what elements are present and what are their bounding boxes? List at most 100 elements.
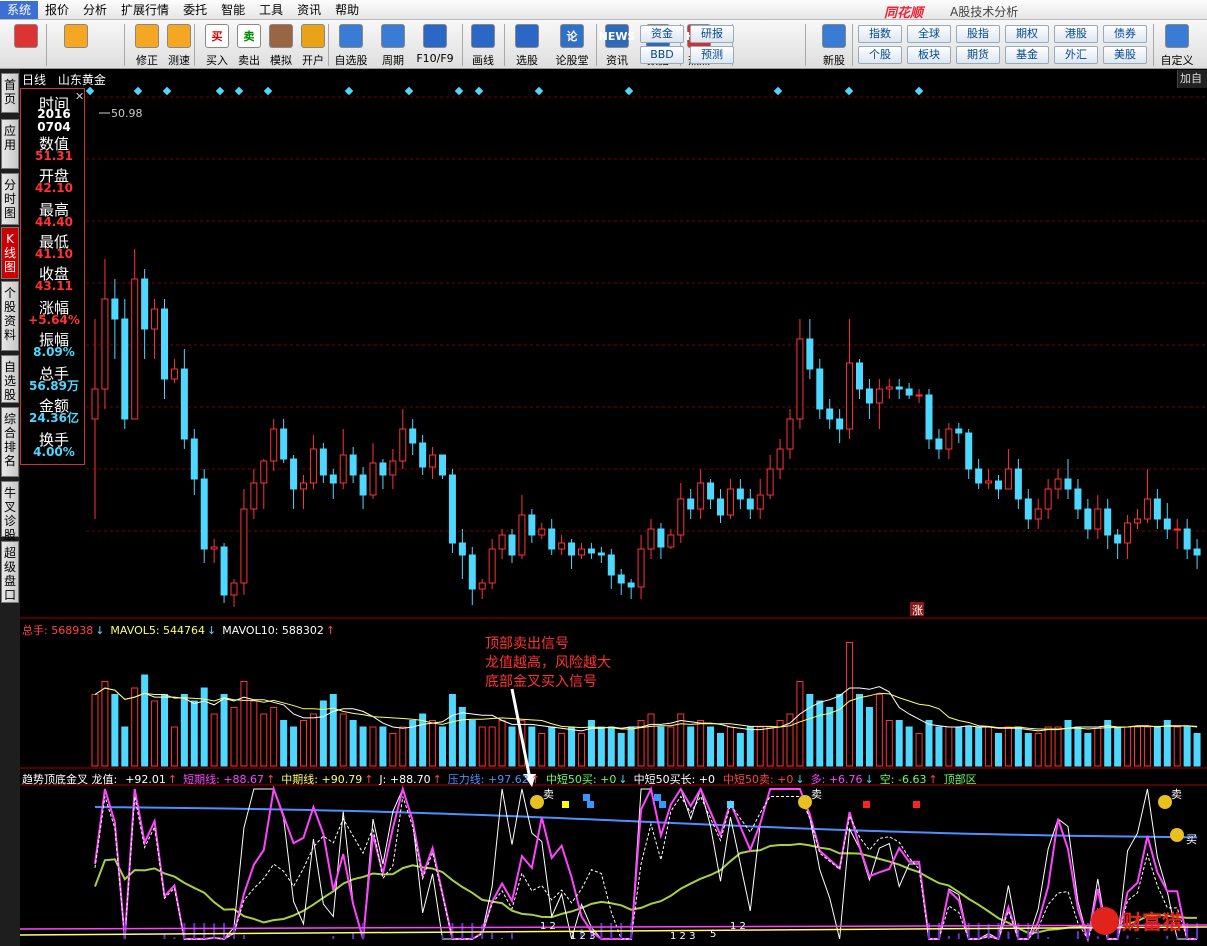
sidebar-tab-3[interactable]: K线图 [1,227,19,279]
market-quick-9[interactable]: 基金 [1005,46,1049,64]
custom-button[interactable]: 自定义 [1160,22,1194,68]
period-button[interactable]: 周期 [376,22,410,68]
menu-5[interactable]: 智能 [214,1,252,19]
speed-button[interactable]: 测速 [162,22,196,68]
fix-button[interactable]: 修正 [130,22,164,68]
menu-1[interactable]: 报价 [38,1,76,19]
histogram-bar [163,934,166,939]
volume-bar [319,700,327,767]
quick-2[interactable]: BBD [640,46,684,64]
custom-icon [1165,24,1189,48]
info-value: 56.89万 [29,379,79,393]
signal-square [562,801,569,808]
menu-6[interactable]: 工具 [252,1,290,19]
candle-body [548,528,556,550]
quick-1[interactable]: 研报 [690,25,734,43]
market-quick-3[interactable]: 期权 [1005,25,1049,43]
volume-bar [230,707,238,767]
toolbar-separator [328,24,329,66]
market-quick-2[interactable]: 股指 [956,25,1000,43]
menu-7[interactable]: 资讯 [290,1,328,19]
signal-square [587,801,594,808]
sidebar-tab-6[interactable]: 综合排名 [1,407,19,477]
toolbar: 修正测速买买入卖卖出模拟开户自选股周期F10/F9画线选股论论股堂NEWS资讯P… [0,20,1207,69]
market-quick-7[interactable]: 板块 [907,46,951,64]
candle-body [875,388,883,404]
volume-bar [1024,733,1032,767]
menu-8[interactable]: 帮助 [328,1,366,19]
menu-2[interactable]: 分析 [76,1,114,19]
volume-bar [240,681,248,767]
sidebar-tab-1[interactable]: 应用 [1,119,19,169]
indicator-legend-item: 中短50买: +0 [545,773,617,786]
quick-0[interactable]: 资金 [640,25,684,43]
add-watchlist-button[interactable]: 加自 [1177,70,1207,88]
candle-body [180,368,188,440]
volume-bar [1173,726,1181,767]
histogram-bar [193,923,196,939]
draw-button[interactable]: 画线 [466,22,500,68]
volume-bar [190,700,198,767]
histogram-bar [441,935,444,939]
market-quick-6[interactable]: 个股 [858,46,902,64]
candle-body [1084,508,1092,530]
sidebar-tab-2[interactable]: 分时图 [1,173,19,225]
home-button[interactable] [8,22,44,68]
pick-button[interactable]: 选股 [510,22,544,68]
open-button[interactable]: 开户 [296,22,330,68]
candle-body [538,528,546,536]
candle-body [597,552,605,556]
brand-logo: 同花顺 [884,6,924,21]
market-quick-11[interactable]: 美股 [1103,46,1147,64]
sell-button[interactable]: 卖卖出 [232,22,266,68]
volume-bar [568,726,576,767]
simulate-button[interactable]: 模拟 [264,22,298,68]
indicator-legend-arrow: ↑ [928,773,938,786]
volume-bar [379,726,387,767]
market-quick-0[interactable]: 指数 [858,25,902,43]
candle-body [915,394,923,397]
volume-bar [1074,726,1082,767]
market-quick-10[interactable]: 外汇 [1054,46,1098,64]
candle-body [250,482,258,510]
sidebar-tab-0[interactable]: 首页 [1,73,19,113]
sidebar-tab-8[interactable]: 超级盘口 [1,541,19,603]
market-quick-8[interactable]: 期货 [956,46,1000,64]
menu-0[interactable]: 系统 [0,0,39,19]
candle-body [329,474,337,484]
sidebar-tab-7[interactable]: 牛叉诊股 [1,481,19,542]
histogram-bar [1037,927,1040,939]
sidebar-tab-5[interactable]: 自选股 [1,355,19,403]
forum-button[interactable]: 论论股堂 [555,22,589,68]
buy-button[interactable]: 买买入 [200,22,234,68]
chart-canvas: 50.98 涨卖 卖 卖买 1 2 1 2 3 1 2 3 5 1 2 财富猎 [20,86,1207,943]
sell-signal-label: 卖 [811,788,822,801]
news-button[interactable]: NEWS 资讯 [599,22,635,68]
candle-body [905,388,913,396]
watchlist-button[interactable]: 自选股 [334,22,368,68]
candle-body [190,438,198,480]
lock-icon [301,24,325,48]
volume-legend-arrow: ↓ [207,624,217,637]
candle-body [448,474,456,544]
quick-3[interactable]: 预测 [690,46,734,64]
close-icon[interactable]: ✕ [75,90,84,103]
sidebar-tab-4[interactable]: 个股资料 [1,281,19,351]
market-quick-4[interactable]: 港股 [1054,25,1098,43]
signal-diamond [344,86,354,96]
histogram-bar [501,937,504,939]
back-button[interactable] [58,22,94,68]
f10-button[interactable]: F10/F9 [416,22,454,68]
candle-body [995,480,1002,490]
candle-body [210,546,218,550]
menu-4[interactable]: 委托 [176,1,214,19]
market-quick-5[interactable]: 债券 [1103,25,1147,43]
market-quick-1[interactable]: 全球 [907,25,951,43]
candle-body [756,494,764,510]
menu-3[interactable]: 扩展行情 [114,1,176,19]
newstock-button[interactable]: 新股 [817,22,851,68]
candle-body [766,468,774,496]
candle-body [1124,522,1132,544]
back-arrow-icon [64,24,88,48]
candle-body [260,460,268,484]
